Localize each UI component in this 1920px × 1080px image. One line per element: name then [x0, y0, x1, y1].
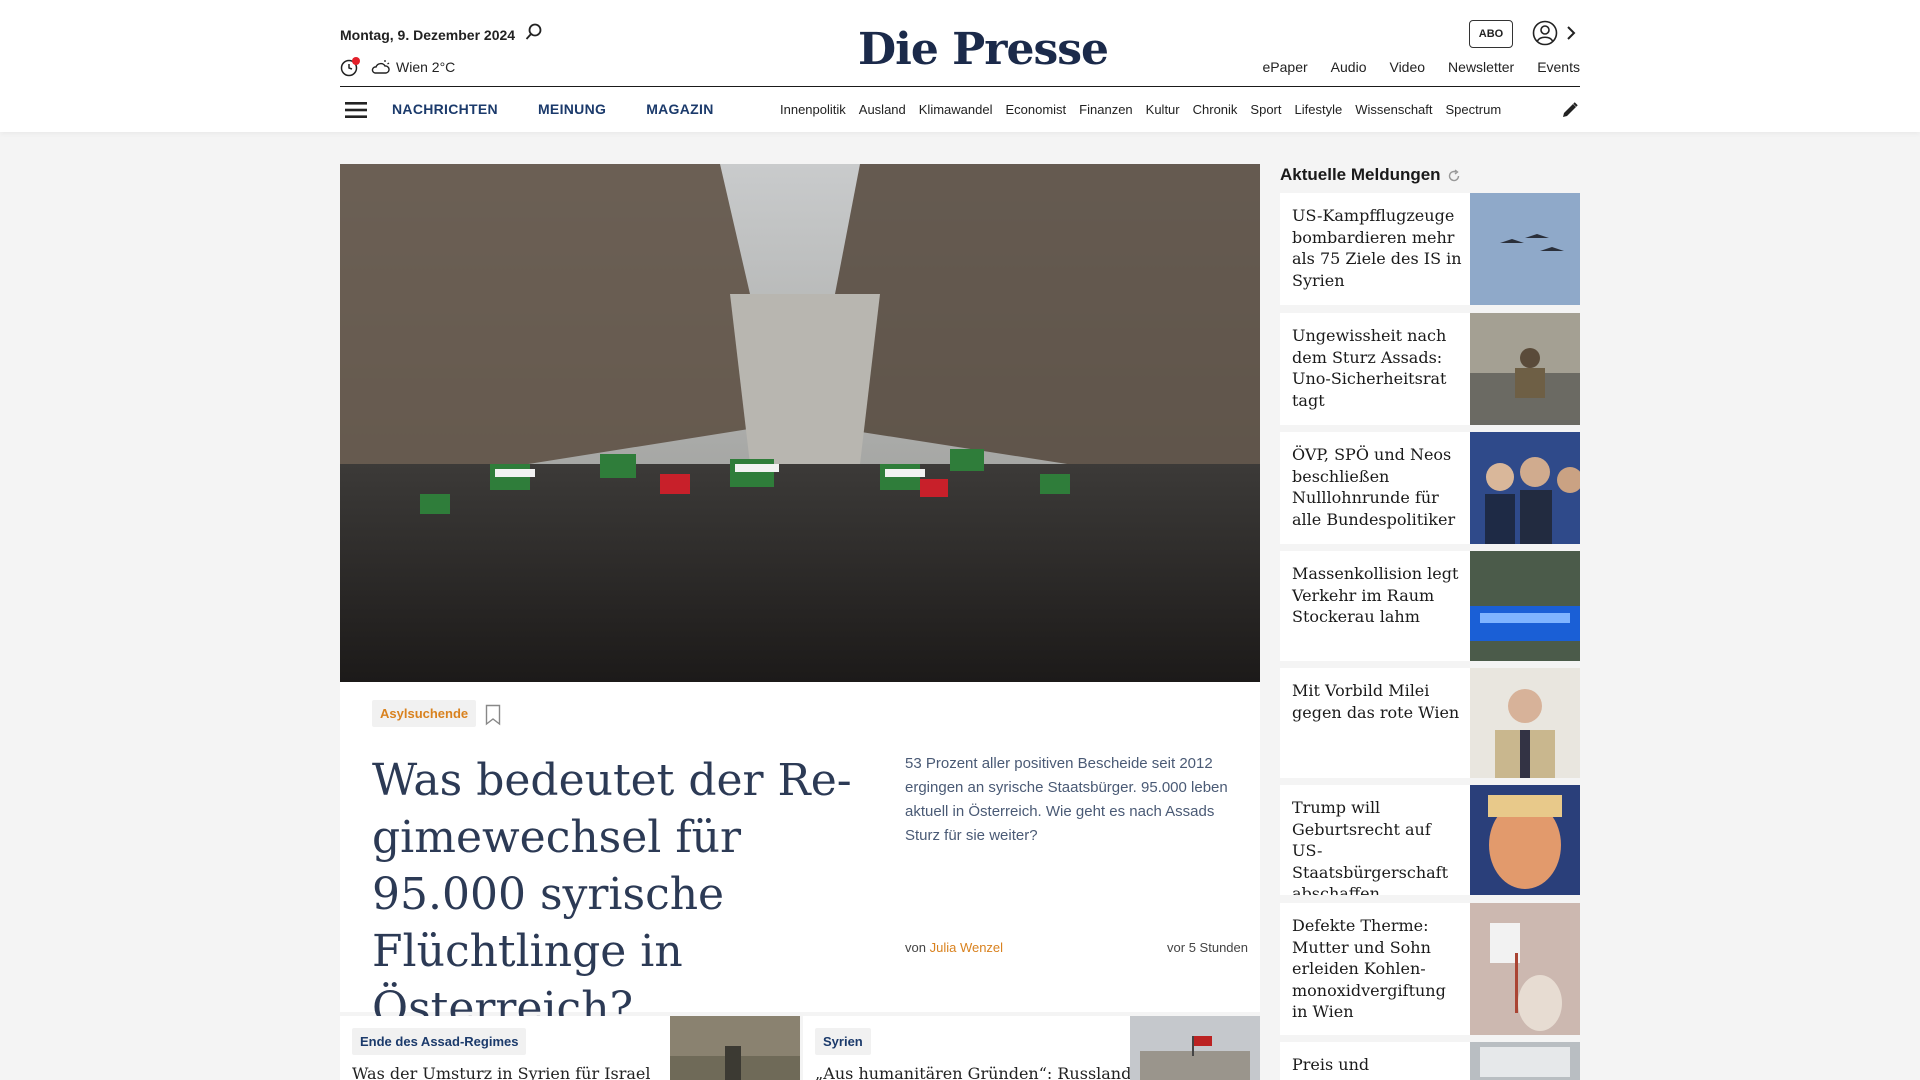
hero-article-title[interactable]: Was bedeutet der Re­gimewechsel für 95.0…	[372, 752, 882, 1037]
news-item-thumbnail[interactable]	[1470, 551, 1580, 661]
news-item-thumbnail[interactable]	[1470, 785, 1580, 895]
section-nav-item[interactable]: Kultur	[1146, 102, 1180, 117]
util-nav-epaper[interactable]: ePaper	[1263, 59, 1308, 75]
abo-button[interactable]: ABO	[1469, 20, 1513, 48]
news-item-thumbnail[interactable]	[1470, 313, 1580, 425]
news-item[interactable]: Defekte Therme: Mutter und Sohn erleiden…	[1280, 903, 1580, 1035]
news-item-title[interactable]: Ungewissheit nach dem Sturz Assads: Uno-…	[1292, 325, 1462, 411]
byline-prefix: von	[905, 940, 926, 955]
main-nav-nachrichten[interactable]: NACHRICHTEN	[392, 101, 498, 117]
hero-article-teaser[interactable]: 53 Prozent aller positiven Bescheide sei…	[905, 752, 1245, 848]
news-item-thumbnail[interactable]	[1470, 903, 1580, 1035]
search-icon[interactable]	[525, 23, 543, 41]
article-card[interactable]: Syrien „Aus humanitären Gründen“: Russla…	[803, 1016, 1260, 1080]
section-nav-item[interactable]: Chronik	[1193, 102, 1238, 117]
main-nav: NACHRICHTEN MEINUNG MAGAZIN	[392, 101, 754, 117]
news-item-title[interactable]: Defekte Therme: Mutter und Sohn erleiden…	[1292, 915, 1462, 1023]
util-nav-video[interactable]: Video	[1389, 59, 1425, 75]
section-nav-item[interactable]: Innenpolitik	[780, 102, 846, 117]
current-date: Montag, 9. Dezember 2024	[340, 27, 516, 43]
weather-icon	[371, 60, 390, 74]
section-nav-fade	[1505, 95, 1545, 125]
hero-image[interactable]	[340, 164, 1260, 682]
hamburger-icon[interactable]	[345, 101, 367, 119]
news-item-title[interactable]: Mit Vorbild Milei gegen das rote Wien	[1292, 680, 1462, 723]
news-item[interactable]: Preis und	[1280, 1042, 1580, 1080]
news-alert-icon[interactable]	[340, 56, 362, 78]
user-icon[interactable]	[1532, 20, 1558, 46]
news-item-title[interactable]: US-Kampfflugzeuge bombardieren mehr als …	[1292, 205, 1462, 291]
news-item-title[interactable]: Massenkollision legt Verkehr im Raum Sto…	[1292, 563, 1462, 628]
site-header: Montag, 9. Dezember 2024 Wien 2°C Die Pr…	[0, 0, 1920, 132]
refresh-icon[interactable]	[1447, 169, 1461, 183]
section-nav-item[interactable]: Sport	[1250, 102, 1281, 117]
news-item-title[interactable]: ÖVP, SPÖ und Neos beschließen Nulllohnru…	[1292, 444, 1462, 530]
section-nav-item[interactable]: Lifestyle	[1295, 102, 1343, 117]
main-nav-magazin[interactable]: MAGAZIN	[646, 101, 713, 117]
bookmark-icon[interactable]	[485, 704, 501, 726]
news-item-thumbnail[interactable]	[1470, 1042, 1580, 1080]
article-card-thumbnail[interactable]	[1130, 1016, 1260, 1080]
main-nav-meinung[interactable]: MEINUNG	[538, 101, 606, 117]
article-card-title[interactable]: „Aus humanitären Gründen“: Russland	[815, 1064, 1135, 1080]
weather-text[interactable]: Wien 2°C	[396, 59, 455, 75]
section-nav-item[interactable]: Wissenschaft	[1355, 102, 1432, 117]
utility-nav: ePaper Audio Video Newsletter Events	[1240, 59, 1580, 75]
section-nav-item[interactable]: Ausland	[859, 102, 906, 117]
news-item-thumbnail[interactable]	[1470, 432, 1580, 544]
hero-article-tag[interactable]: Asylsuchende	[372, 700, 477, 727]
util-nav-events[interactable]: Events	[1537, 59, 1580, 75]
news-item[interactable]: Mit Vorbild Milei gegen das rote Wien	[1280, 668, 1580, 778]
edit-icon[interactable]	[1561, 101, 1579, 119]
news-item[interactable]: US-Kampfflugzeuge bombardieren mehr als …	[1280, 193, 1580, 305]
hero-article-card: Asylsuchende Was bedeutet der Re­gimewec…	[340, 682, 1260, 1034]
hero-article-time: vor 5 Stunden	[1167, 940, 1248, 955]
news-item[interactable]: Massenkollision legt Verkehr im Raum Sto…	[1280, 551, 1580, 661]
section-nav-item[interactable]: Klimawandel	[919, 102, 993, 117]
article-card-tag[interactable]: Syrien	[815, 1028, 871, 1055]
news-item-title[interactable]: Preis und	[1292, 1054, 1462, 1076]
author-link[interactable]: Julia Wenzel	[930, 940, 1003, 955]
hero-photo-illustration	[340, 164, 1260, 682]
news-item[interactable]: Trump will Geburtsrecht auf US-Staatsbür…	[1280, 785, 1580, 895]
hero-article-byline: von Julia Wenzel	[905, 940, 1003, 955]
article-card-tag[interactable]: Ende des Assad-Regimes	[352, 1028, 527, 1055]
article-card-thumbnail[interactable]	[670, 1016, 800, 1080]
section-nav-item[interactable]: Finanzen	[1079, 102, 1132, 117]
news-item[interactable]: ÖVP, SPÖ und Neos beschließen Nulllohnru…	[1280, 432, 1580, 544]
news-item-thumbnail[interactable]	[1470, 668, 1580, 778]
section-nav-item[interactable]: Economist	[1005, 102, 1066, 117]
news-item-thumbnail[interactable]	[1470, 193, 1580, 305]
sidebar-title: Aktuelle Meldungen	[1280, 165, 1441, 184]
article-card-title[interactable]: Was der Umsturz in Syrien für Israel	[352, 1064, 672, 1080]
util-nav-audio[interactable]: Audio	[1331, 59, 1367, 75]
section-nav-item[interactable]: Spectrum	[1446, 102, 1502, 117]
site-logo[interactable]: Die Presse	[858, 24, 1109, 75]
article-card[interactable]: Ende des Assad-Regimes Was der Umsturz i…	[340, 1016, 800, 1080]
news-item[interactable]: Ungewissheit nach dem Sturz Assads: Uno-…	[1280, 313, 1580, 425]
header-divider	[340, 86, 1580, 87]
section-nav: Innenpolitik Ausland Klimawandel Economi…	[780, 102, 1545, 117]
news-item-title[interactable]: Trump will Geburtsrecht auf US-Staatsbür…	[1292, 797, 1462, 895]
chevron-right-icon[interactable]	[1565, 23, 1577, 43]
util-nav-newsletter[interactable]: Newsletter	[1448, 59, 1514, 75]
